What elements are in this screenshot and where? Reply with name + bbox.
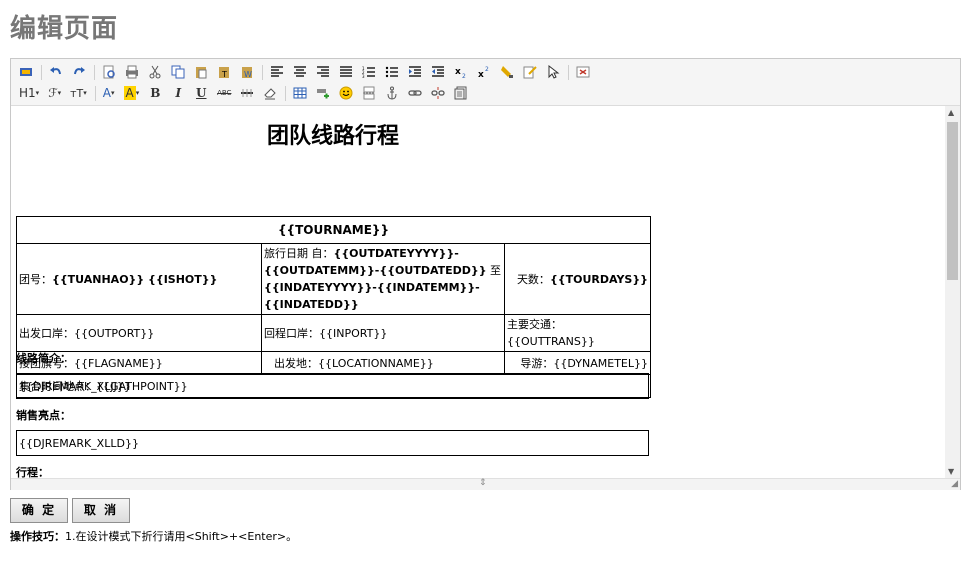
template-icon[interactable] bbox=[452, 84, 470, 102]
print-icon[interactable] bbox=[123, 63, 141, 81]
document-title: 团队线路行程 bbox=[266, 124, 399, 149]
undo-icon[interactable] bbox=[47, 63, 65, 81]
rich-text-editor: T W 123 x2 x2 H1 ▾ ℱ ▾ тT ▾ A ▾ A ▾ B I … bbox=[10, 58, 961, 490]
operation-tip: 操作技巧：1.在设计模式下折行请用<Shift>+<Enter>。 bbox=[10, 529, 297, 545]
date-to: {{INDATEYYYY}}-{{INDATEMM}}-{{INDATEDD}} bbox=[264, 281, 480, 311]
paste-icon[interactable] bbox=[192, 63, 210, 81]
font-color-dropdown[interactable]: A ▾ bbox=[101, 84, 117, 102]
editor-statusbar: ⇕ ◢ bbox=[11, 478, 960, 490]
highlights-box: {{DJREMARK_XLLD}} bbox=[16, 430, 649, 456]
resize-corner-icon[interactable]: ◢ bbox=[951, 479, 958, 489]
highlight-color-dropdown[interactable]: A ▾ bbox=[122, 84, 142, 102]
cancel-button[interactable]: 取 消 bbox=[72, 498, 130, 523]
scrollbar-thumb[interactable] bbox=[947, 122, 958, 280]
preview-icon[interactable] bbox=[100, 63, 118, 81]
cut-icon[interactable] bbox=[146, 63, 164, 81]
svg-text:x: x bbox=[478, 70, 484, 79]
scroll-up-icon[interactable]: ▲ bbox=[948, 108, 954, 117]
editor-content[interactable]: 团队线路行程 {{TOURNAME}} 团号：{{TUANHAO}} {{ISH… bbox=[11, 106, 945, 478]
group-number-cell: 团号：{{TUANHAO}} {{ISHOT}} bbox=[16, 243, 262, 315]
tour-days-cell: 天数：{{TOURDAYS}} bbox=[504, 243, 651, 315]
travel-date-cell: 旅行日期 自：{{OUTDATEYYYY}}-{{OUTDATEMM}}-{{O… bbox=[261, 243, 505, 315]
days-label: 天数： bbox=[516, 272, 550, 286]
tour-info-table: {{TOURNAME}} 团号：{{TUANHAO}} {{ISHOT}} 旅行… bbox=[16, 216, 651, 398]
svg-text:x: x bbox=[455, 67, 461, 77]
format-brush-icon[interactable] bbox=[498, 63, 516, 81]
itinerary-label: 行程： bbox=[16, 466, 49, 478]
route-intro-label: 线路简介： bbox=[16, 352, 71, 365]
unlink-icon[interactable] bbox=[429, 84, 447, 102]
toolbar-row-2: H1 ▾ ℱ ▾ тT ▾ A ▾ A ▾ B I U ABC bbox=[17, 83, 475, 103]
group-value: {{TUANHAO}} {{ISHOT}} bbox=[52, 272, 218, 286]
date-to-label: 至 bbox=[486, 264, 502, 277]
route-intro-box: {{DJREMARK_XLJJ}} bbox=[16, 373, 649, 399]
emotion-icon[interactable] bbox=[337, 84, 355, 102]
copy-icon[interactable] bbox=[169, 63, 187, 81]
unordered-list-icon[interactable] bbox=[383, 63, 401, 81]
tip-text: 1.在设计模式下折行请用<Shift>+<Enter>。 bbox=[65, 530, 298, 543]
svg-text:2: 2 bbox=[462, 73, 466, 79]
page-break-icon[interactable] bbox=[360, 84, 378, 102]
out-port-cell: 出发口岸：{{OUTPORT}} bbox=[16, 314, 262, 352]
hr-icon[interactable] bbox=[238, 84, 256, 102]
italic-icon[interactable]: I bbox=[169, 84, 187, 102]
date-prefix: 旅行日期 自： bbox=[264, 247, 334, 260]
ok-button[interactable]: 确 定 bbox=[10, 498, 68, 523]
eraser-icon[interactable] bbox=[261, 84, 279, 102]
scroll-down-icon[interactable]: ▼ bbox=[948, 467, 954, 476]
align-left-icon[interactable] bbox=[268, 63, 286, 81]
location-cell: 出发地：{{LOCATIONNAME}} bbox=[261, 351, 505, 375]
font-family-dropdown[interactable]: ℱ ▾ bbox=[46, 84, 63, 102]
table-icon[interactable] bbox=[291, 84, 309, 102]
paste-text-icon[interactable]: T bbox=[215, 63, 233, 81]
group-label: 团号： bbox=[19, 272, 52, 286]
auto-format-icon[interactable] bbox=[521, 63, 539, 81]
align-center-icon[interactable] bbox=[291, 63, 309, 81]
align-justify-icon[interactable] bbox=[337, 63, 355, 81]
guide-cell: 导游：{{DYNAMETEL}} bbox=[504, 351, 651, 375]
table-row: 接团旗号：{{FLAGNAME}} 出发地：{{LOCATIONNAME}} 导… bbox=[16, 351, 651, 375]
svg-text:2: 2 bbox=[485, 66, 489, 73]
transport-cell: 主要交通：{{OUTTRANS}} bbox=[504, 314, 651, 352]
insert-row-icon[interactable] bbox=[314, 84, 332, 102]
superscript-icon[interactable]: x2 bbox=[475, 63, 493, 81]
select-all-icon[interactable] bbox=[544, 63, 562, 81]
bold-icon[interactable]: B bbox=[146, 84, 164, 102]
toolbar-row-1: T W 123 x2 x2 bbox=[17, 62, 597, 82]
outdent-icon[interactable] bbox=[429, 63, 447, 81]
source-code-icon[interactable] bbox=[17, 63, 35, 81]
underline-icon[interactable]: U bbox=[192, 84, 210, 102]
subscript-icon[interactable]: x2 bbox=[452, 63, 470, 81]
days-value: {{TOURDAYS}} bbox=[549, 272, 648, 286]
paste-word-icon[interactable]: W bbox=[238, 63, 256, 81]
anchor-icon[interactable] bbox=[383, 84, 401, 102]
highlights-label: 销售亮点： bbox=[16, 409, 71, 422]
page-title: 编辑页面 bbox=[10, 14, 119, 44]
svg-text:W: W bbox=[244, 70, 252, 79]
vertical-scrollbar[interactable]: ▲ ▼ bbox=[945, 106, 960, 478]
heading-dropdown[interactable]: H1 ▾ bbox=[17, 84, 41, 102]
indent-icon[interactable] bbox=[406, 63, 424, 81]
svg-text:3: 3 bbox=[362, 74, 365, 79]
table-row: 团号：{{TUANHAO}} {{ISHOT}} 旅行日期 自：{{OUTDAT… bbox=[16, 243, 651, 315]
tip-label: 操作技巧： bbox=[10, 530, 65, 543]
link-icon[interactable] bbox=[406, 84, 424, 102]
fullscreen-icon[interactable] bbox=[574, 63, 592, 81]
table-row: {{TOURNAME}} bbox=[16, 216, 651, 244]
redo-icon[interactable] bbox=[70, 63, 88, 81]
ordered-list-icon[interactable]: 123 bbox=[360, 63, 378, 81]
editor-toolbar: T W 123 x2 x2 H1 ▾ ℱ ▾ тT ▾ A ▾ A ▾ B I … bbox=[11, 59, 960, 106]
in-port-cell: 回程口岸：{{INPORT}} bbox=[261, 314, 505, 352]
svg-text:T: T bbox=[221, 70, 227, 79]
strikethrough-icon[interactable]: ABC bbox=[215, 84, 233, 102]
tour-name-cell: {{TOURNAME}} bbox=[16, 216, 651, 244]
drag-handle-icon[interactable]: ⇕ bbox=[479, 478, 487, 488]
align-right-icon[interactable] bbox=[314, 63, 332, 81]
font-size-dropdown[interactable]: тT ▾ bbox=[68, 84, 89, 102]
table-row: 出发口岸：{{OUTPORT}} 回程口岸：{{INPORT}} 主要交通：{{… bbox=[16, 314, 651, 352]
